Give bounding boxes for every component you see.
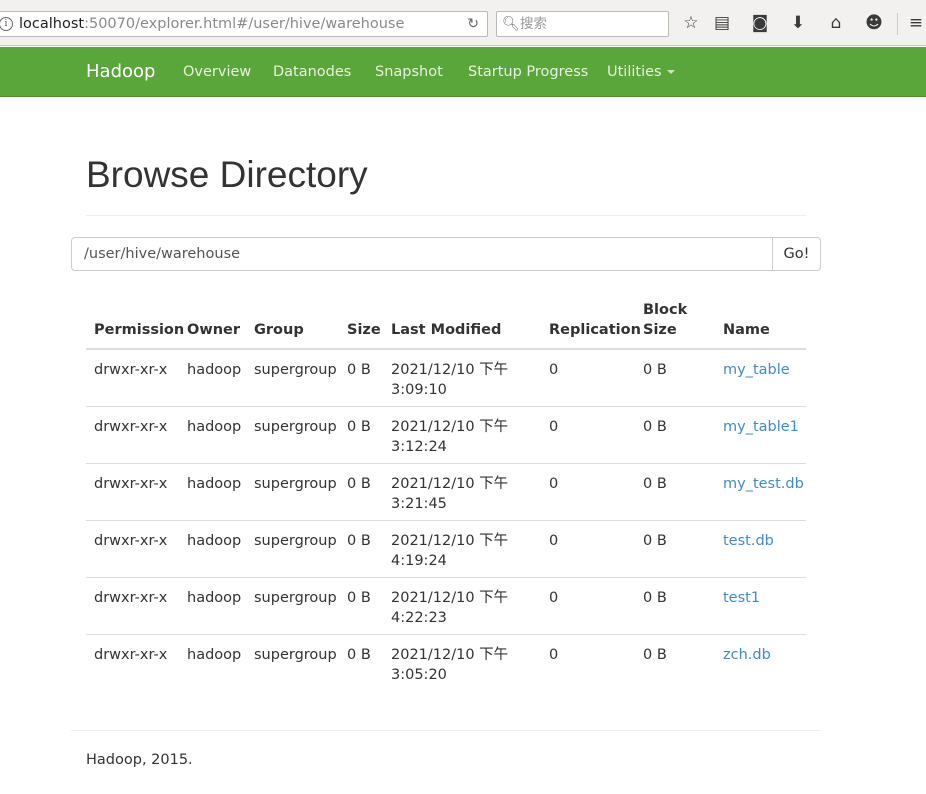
smiley-icon[interactable]: ☻ bbox=[862, 11, 886, 35]
cell-owner: hadoop bbox=[187, 647, 242, 663]
cell-replication: 0 bbox=[549, 476, 559, 492]
navbar: Hadoop Overview Datanodes Snapshot Start… bbox=[0, 47, 926, 97]
cell-block-size: 0 B bbox=[643, 647, 667, 663]
cell-group: supergroup bbox=[254, 362, 337, 378]
cell-block-size: 0 B bbox=[643, 590, 667, 606]
cell-owner: hadoop bbox=[187, 590, 242, 606]
menu-icon[interactable]: ≡ bbox=[904, 11, 926, 35]
cell-owner: hadoop bbox=[187, 419, 242, 435]
file-name-link[interactable]: zch.db bbox=[723, 645, 771, 665]
cell-size: 0 B bbox=[347, 476, 371, 492]
info-icon[interactable]: i bbox=[0, 17, 13, 31]
cell-owner: hadoop bbox=[187, 476, 242, 492]
nav-utilities-label: Utilities bbox=[607, 64, 662, 80]
cell-group: supergroup bbox=[254, 476, 337, 492]
col-permission[interactable]: Permission bbox=[94, 320, 184, 340]
cell-group: supergroup bbox=[254, 647, 337, 663]
footer-text: Hadoop, 2015. bbox=[86, 752, 193, 768]
cell-size: 0 B bbox=[347, 419, 371, 435]
cell-permission: drwxr-xr-x bbox=[94, 590, 168, 606]
nav-overview[interactable]: Overview bbox=[183, 47, 251, 97]
cell-permission: drwxr-xr-x bbox=[94, 362, 168, 378]
cell-replication: 0 bbox=[549, 590, 559, 606]
col-block-size[interactable]: Block Size bbox=[643, 300, 693, 340]
table-row: drwxr-xr-x hadoop supergroup 0 B 2021/12/10 … bbox=[86, 350, 806, 407]
file-name-link[interactable]: test.db bbox=[723, 531, 774, 551]
table-row: drwxr-xr-x hadoop supergroup 0 B 2021/12/10 … bbox=[86, 521, 806, 578]
header-divider bbox=[86, 215, 806, 216]
cell-replication: 0 bbox=[549, 419, 559, 435]
navbar-brand[interactable]: Hadoop bbox=[86, 47, 155, 97]
download-icon[interactable]: ⬇ bbox=[786, 11, 810, 35]
table-row: drwxr-xr-x hadoop supergroup 0 B 2021/12/10 … bbox=[86, 407, 806, 464]
cell-permission: drwxr-xr-x bbox=[94, 476, 168, 492]
search-placeholder: 搜索 bbox=[520, 16, 547, 32]
browser-search-input[interactable]: 🔍︎ 搜索 bbox=[496, 11, 669, 37]
url-text[interactable]: localhost:50070/explorer.html#/user/hive… bbox=[19, 12, 404, 36]
toolbar-separator bbox=[897, 13, 898, 35]
cell-permission: drwxr-xr-x bbox=[94, 533, 168, 549]
cell-size: 0 B bbox=[347, 647, 371, 663]
address-bar[interactable]: i localhost:50070/explorer.html#/user/hi… bbox=[0, 11, 488, 37]
cell-replication: 0 bbox=[549, 362, 559, 378]
cell-block-size: 0 B bbox=[643, 476, 667, 492]
cell-last-modified: 2021/12/10 下午 3:21:45 bbox=[391, 476, 509, 512]
cell-last-modified: 2021/12/10 下午 4:22:23 bbox=[391, 590, 509, 626]
cell-group: supergroup bbox=[254, 533, 337, 549]
col-size[interactable]: Size bbox=[347, 320, 381, 340]
col-name[interactable]: Name bbox=[723, 320, 770, 340]
caret-down-icon bbox=[666, 70, 675, 74]
cell-last-modified: 2021/12/10 下午 3:09:10 bbox=[391, 362, 509, 398]
file-name-link[interactable]: my_test.db bbox=[723, 474, 804, 494]
file-name-link[interactable]: my_table1 bbox=[723, 417, 799, 437]
cell-last-modified: 2021/12/10 下午 3:05:20 bbox=[391, 647, 509, 683]
home-icon[interactable]: ⌂ bbox=[824, 11, 848, 35]
cell-permission: drwxr-xr-x bbox=[94, 419, 168, 435]
table-row: drwxr-xr-x hadoop supergroup 0 B 2021/12/10 … bbox=[86, 464, 806, 521]
nav-utilities-dropdown[interactable]: Utilities bbox=[607, 47, 675, 97]
col-group[interactable]: Group bbox=[254, 320, 304, 340]
footer-divider bbox=[71, 730, 821, 731]
reading-list-icon[interactable]: ▤ bbox=[710, 11, 734, 35]
directory-path-input[interactable]: /user/hive/warehouse bbox=[71, 237, 773, 271]
cell-replication: 0 bbox=[549, 647, 559, 663]
reload-icon[interactable]: ↻ bbox=[467, 12, 479, 36]
cell-block-size: 0 B bbox=[643, 362, 667, 378]
nav-snapshot[interactable]: Snapshot bbox=[375, 47, 443, 97]
go-button[interactable]: Go! bbox=[772, 237, 821, 271]
cell-size: 0 B bbox=[347, 590, 371, 606]
col-last-modified[interactable]: Last Modified bbox=[391, 320, 501, 340]
bookmark-star-icon[interactable]: ☆ bbox=[679, 11, 703, 35]
nav-startup-progress[interactable]: Startup Progress bbox=[468, 47, 588, 97]
cell-block-size: 0 B bbox=[643, 419, 667, 435]
cell-block-size: 0 B bbox=[643, 533, 667, 549]
cell-last-modified: 2021/12/10 下午 4:19:24 bbox=[391, 533, 509, 569]
file-name-link[interactable]: my_table bbox=[723, 360, 790, 380]
col-replication[interactable]: Replication bbox=[549, 320, 641, 340]
cell-owner: hadoop bbox=[187, 533, 242, 549]
search-icon: 🔍︎ bbox=[502, 16, 520, 32]
cell-size: 0 B bbox=[347, 533, 371, 549]
cell-group: supergroup bbox=[254, 590, 337, 606]
cell-last-modified: 2021/12/10 下午 3:12:24 bbox=[391, 419, 509, 455]
cell-owner: hadoop bbox=[187, 362, 242, 378]
file-name-link[interactable]: test1 bbox=[723, 588, 760, 608]
cell-size: 0 B bbox=[347, 362, 371, 378]
cell-group: supergroup bbox=[254, 419, 337, 435]
cell-permission: drwxr-xr-x bbox=[94, 647, 168, 663]
table-header: Permission Owner Group Size Last Modifie… bbox=[86, 296, 806, 350]
page-title: Browse Directory bbox=[86, 154, 368, 195]
nav-datanodes[interactable]: Datanodes bbox=[273, 47, 351, 97]
table-row: drwxr-xr-x hadoop supergroup 0 B 2021/12/10 … bbox=[86, 635, 806, 692]
table-body: drwxr-xr-x hadoop supergroup 0 B 2021/12/10 … bbox=[86, 350, 806, 692]
directory-table: Permission Owner Group Size Last Modifie… bbox=[86, 296, 806, 692]
col-owner[interactable]: Owner bbox=[187, 320, 240, 340]
pocket-icon[interactable]: ◙ bbox=[748, 11, 772, 35]
cell-replication: 0 bbox=[549, 533, 559, 549]
table-row: drwxr-xr-x hadoop supergroup 0 B 2021/12/10 … bbox=[86, 578, 806, 635]
browser-toolbar: i localhost:50070/explorer.html#/user/hi… bbox=[0, 0, 926, 46]
